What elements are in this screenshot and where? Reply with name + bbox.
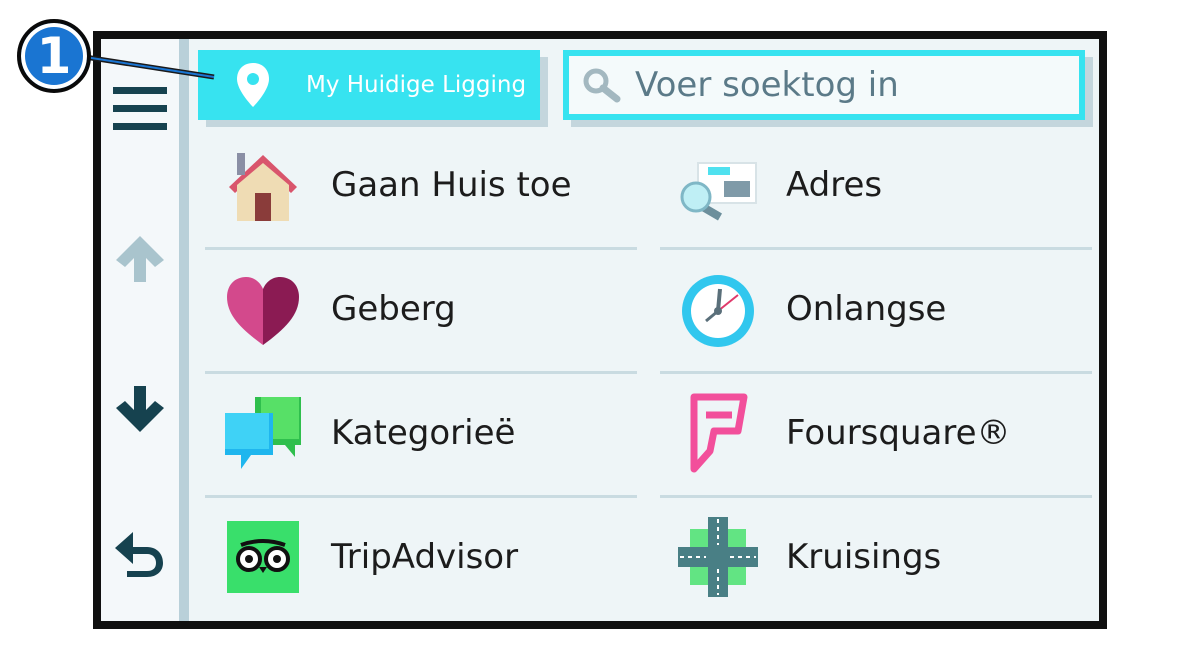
hamburger-menu-icon xyxy=(113,87,167,130)
category-item-saved[interactable]: Geberg xyxy=(205,247,637,371)
category-label: Adres xyxy=(786,165,883,205)
search-input[interactable]: Voer soektog in xyxy=(569,56,1079,114)
intersection-icon xyxy=(676,515,760,599)
category-item-intersections[interactable]: Kruisings xyxy=(660,495,1092,619)
heart-icon xyxy=(221,267,305,351)
sidebar xyxy=(101,39,189,621)
speech-bubbles-icon xyxy=(221,391,305,475)
where-to-panel: My Huidige Ligging Voer soektog in Gaan … xyxy=(101,39,1099,621)
current-location-button[interactable]: My Huidige Ligging xyxy=(198,50,540,120)
category-grid: Gaan Huis toe Adres Geberg Onlangse Kate… xyxy=(189,123,1099,621)
category-label: Onlangse xyxy=(786,289,947,329)
category-label: TripAdvisor xyxy=(331,537,519,577)
scroll-down-button[interactable] xyxy=(101,379,179,439)
address-card-search-icon xyxy=(676,143,760,227)
house-icon xyxy=(221,143,305,227)
map-pin-icon xyxy=(237,63,269,107)
category-label: Foursquare® xyxy=(786,413,1011,453)
arrow-down-icon xyxy=(116,386,164,432)
category-item-tripadvisor[interactable]: TripAdvisor xyxy=(205,495,637,619)
category-item-home[interactable]: Gaan Huis toe xyxy=(205,123,637,247)
arrow-up-icon xyxy=(116,236,164,282)
search-placeholder: Voer soektog in xyxy=(635,65,899,105)
foursquare-logo-icon xyxy=(676,391,760,475)
category-item-address[interactable]: Adres xyxy=(660,123,1092,247)
category-label: Kategorieë xyxy=(331,413,516,453)
scroll-up-button[interactable] xyxy=(101,229,179,289)
current-location-label: My Huidige Ligging xyxy=(306,72,527,98)
back-button[interactable] xyxy=(101,524,179,584)
category-item-recent[interactable]: Onlangse xyxy=(660,247,1092,371)
back-arrow-icon xyxy=(115,532,163,577)
device-screen: My Huidige Ligging Voer soektog in Gaan … xyxy=(93,31,1107,629)
clock-icon xyxy=(676,267,760,351)
tripadvisor-owl-icon xyxy=(221,515,305,599)
category-label: Geberg xyxy=(331,289,456,329)
category-item-foursquare[interactable]: Foursquare® xyxy=(660,371,1092,495)
search-field[interactable]: Voer soektog in xyxy=(563,50,1085,120)
callout-marker: 1 xyxy=(17,19,91,93)
topbar: My Huidige Ligging Voer soektog in xyxy=(189,39,1099,123)
category-item-categories[interactable]: Kategorieë xyxy=(205,371,637,495)
category-label: Gaan Huis toe xyxy=(331,165,572,205)
category-label: Kruisings xyxy=(786,537,942,577)
magnifier-icon xyxy=(583,68,621,103)
